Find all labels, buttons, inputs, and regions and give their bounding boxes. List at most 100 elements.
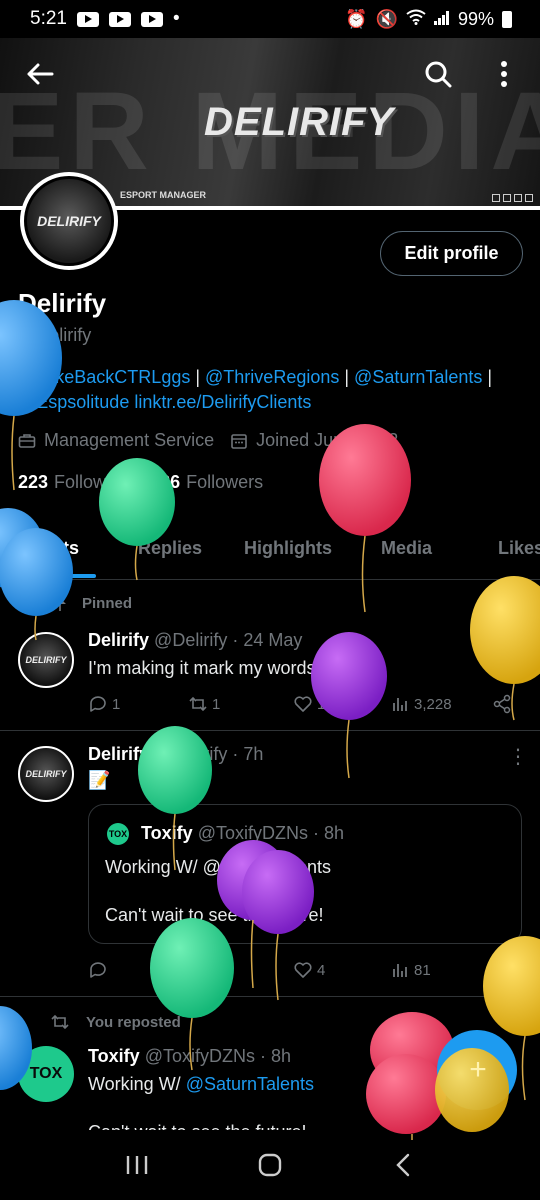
repost-icon [189,696,207,712]
tweet-header: Toxify @ToxifyDZNs · 8h [88,1046,292,1066]
like-icon [294,962,312,978]
bio-link-espsolitude[interactable]: @Espsolitude [18,392,129,412]
tweet-actions: 4 81 [88,960,518,990]
profile-name: Delirify [18,288,107,318]
system-back-button[interactable] [383,1145,423,1185]
balloon-red [366,1012,454,1140]
back-arrow-icon [27,63,54,85]
profile-joined: Joined June 2022 [256,430,399,450]
tweet-more-icon[interactable]: ⋮ [508,630,528,655]
tab-replies[interactable]: Replies [138,538,202,559]
tweet-actions: 1 1 11 3,228 [88,694,518,724]
like-icon [294,696,312,712]
more-vertical-icon [501,61,507,87]
tweet-avatar[interactable]: DELIRIFY [18,632,74,688]
search-button[interactable] [418,54,458,94]
briefcase-icon [18,433,36,448]
repost-indicator: You reposted [50,1012,181,1032]
compose-button[interactable]: + [458,1050,498,1090]
share-button[interactable] [492,960,512,980]
status-dot: • [172,8,180,29]
back-button[interactable] [20,54,60,94]
mute-icon: 🔇 [375,8,398,29]
tweet-text: 📝 [88,770,111,790]
views-icon [393,964,407,977]
balloon-red [319,424,411,613]
tweet-author-name[interactable]: Delirify [88,630,149,650]
views-button[interactable]: 3,228 [390,694,452,714]
signal-icon [433,9,450,30]
tweet-header: Delirify @Delirify · 24 May [88,630,303,650]
share-icon [493,960,511,980]
chevron-left-icon [396,1153,410,1177]
active-tab-indicator [28,574,96,578]
home-button[interactable] [250,1145,290,1185]
repost-button[interactable] [188,960,212,980]
alarm-icon: ⏰ [345,8,368,29]
youtube-notification-icon [140,11,163,27]
share-button[interactable] [492,694,512,714]
profile-handle: @Delirify [18,325,92,345]
profile-meta: Management Service Joined June 2022 [18,430,398,451]
repost-icon [51,1014,69,1030]
search-icon [425,61,452,88]
tweet-avatar[interactable]: TOX [18,1046,74,1102]
tweet-author-name[interactable]: Delirify [88,744,149,764]
reply-button[interactable]: 1 [88,694,120,714]
compose-icon: + [469,1053,487,1086]
profile-tabs: Posts Replies Highlights Media Likes [0,524,540,580]
youtube-notification-icon [108,11,131,27]
banner-esport-label: ESPORT MANAGER [120,190,207,200]
system-navigation-bar [0,1130,540,1200]
profile-avatar[interactable]: DELIRIFY [20,172,118,270]
tab-highlights[interactable]: Highlights [244,538,332,559]
repost-icon [189,962,207,978]
recent-apps-icon [126,1156,147,1174]
share-icon [493,694,511,714]
reply-icon [90,696,106,712]
tweet-author-name[interactable]: Toxify [88,1046,140,1066]
tweet-header: Delirify @Delirify · 7h [88,744,264,764]
bio-link-saturntalents[interactable]: @SaturnTalents [354,367,482,387]
tab-likes[interactable]: Likes [498,538,540,559]
edit-profile-button[interactable]: Edit profile [380,231,523,276]
tweet-avatar[interactable]: DELIRIFY [18,746,74,802]
profile-bio: @TakeBackCTRLggs | @ThriveRegions | @Sat… [18,367,493,412]
profile-category: Management Service [44,430,215,450]
calendar-icon [231,433,247,449]
tweet-more-icon[interactable]: ⋮ [508,744,528,769]
tweet-text: Working W/ @SaturnTalents [88,1074,315,1094]
youtube-notification-icon [76,11,99,27]
tweet-divider [0,730,540,731]
status-bar: 5:21 • ⏰ 🔇 99% [0,0,540,38]
mention-link[interactable]: @SaturnTalents [186,1074,314,1094]
quote-text: Working W/ @SaturnTalents [105,857,332,877]
bio-link-linktree[interactable]: linktr.ee/DelirifyClients [134,392,311,412]
like-button[interactable]: 11 [293,694,333,714]
tab-posts[interactable]: Posts [30,538,79,559]
followers-link[interactable]: 226 Followers [150,472,263,493]
quote-header: Toxify @ToxifyDZNs · 8h [141,823,345,843]
banner-squares [492,194,533,202]
like-button[interactable]: 4 [293,960,325,980]
pin-icon [54,595,66,611]
following-link[interactable]: 223 Following [18,472,130,493]
quote-avatar: TOX [107,823,129,845]
bio-link-takebackctrlggs[interactable]: @TakeBackCTRLggs [18,367,190,387]
status-time: 5:21 [30,8,67,29]
tab-media[interactable]: Media [381,538,432,559]
bio-link-thriveregions[interactable]: @ThriveRegions [205,367,339,387]
repost-button[interactable]: 1 [188,694,220,714]
reply-icon [90,962,106,978]
quote-text: Can't wait to see the future! [105,905,324,925]
recent-apps-button[interactable] [117,1145,157,1185]
home-icon [258,1153,282,1177]
views-icon [393,698,407,711]
reply-button[interactable] [88,960,112,980]
banner-logo: DELIRIFY [204,100,395,144]
views-button[interactable]: 81 [390,960,431,980]
quoted-tweet[interactable]: TOX Toxify @ToxifyDZNs · 8h Working W/ @… [88,804,522,944]
wifi-icon [406,9,426,30]
battery-percent: 99% [457,8,494,29]
more-options-button[interactable] [484,54,524,94]
